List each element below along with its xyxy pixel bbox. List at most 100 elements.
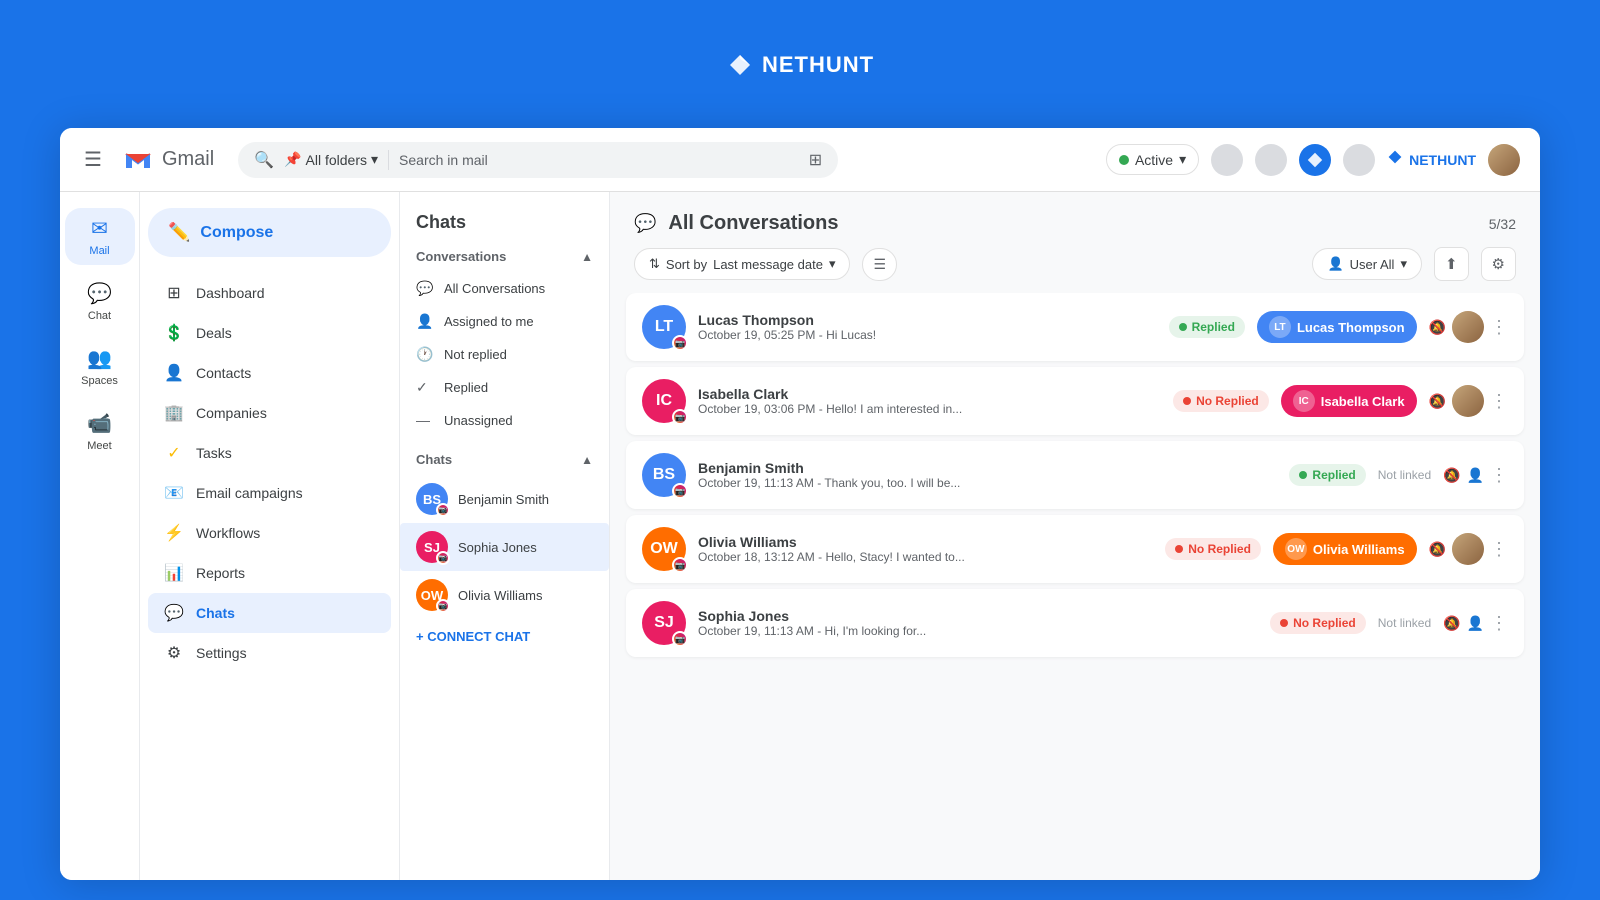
conv-row-sophia[interactable]: SJ 📷 Sophia Jones October 19, 11:13 AM -… bbox=[626, 589, 1524, 657]
user-avatar-1[interactable] bbox=[1211, 144, 1243, 176]
nethunt-nav-icon[interactable] bbox=[1299, 144, 1331, 176]
contacts-icon: 👤 bbox=[164, 363, 184, 383]
crm-nav-companies[interactable]: 🏢 Companies bbox=[148, 393, 391, 433]
filter-lines-icon: ☰ bbox=[873, 256, 886, 272]
lucas-mute-icon[interactable]: 🔕 bbox=[1429, 319, 1446, 336]
crm-nav-dashboard[interactable]: ⊞ Dashboard bbox=[148, 273, 391, 313]
benjamin-unassign-icon[interactable]: 👤 bbox=[1467, 467, 1484, 484]
isabella-mute-icon[interactable]: 🔕 bbox=[1429, 393, 1446, 410]
isabella-more-button[interactable]: ⋮ bbox=[1490, 391, 1508, 412]
workflows-label: Workflows bbox=[196, 525, 260, 541]
not-replied-icon: 🕐 bbox=[416, 346, 434, 363]
search-input[interactable]: Search in mail bbox=[399, 152, 799, 168]
sophia-more-button[interactable]: ⋮ bbox=[1490, 613, 1508, 634]
compose-button[interactable]: ✏️ Compose bbox=[148, 208, 391, 257]
conv-item-all[interactable]: 💬 All Conversations bbox=[400, 272, 609, 305]
workflows-icon: ⚡ bbox=[164, 523, 184, 543]
conv-item-replied[interactable]: ✓ Replied bbox=[400, 371, 609, 404]
spaces-label: Spaces bbox=[81, 375, 118, 387]
nethunt-logo-top: NETHUNT bbox=[726, 51, 874, 79]
benjamin-not-linked: Not linked bbox=[1378, 468, 1431, 482]
all-folders-label: All folders bbox=[306, 152, 367, 168]
chat-contact-olivia[interactable]: OW 📷 Olivia Williams bbox=[400, 571, 609, 619]
olivia-mute-icon[interactable]: 🔕 bbox=[1429, 541, 1446, 558]
crm-nav-settings[interactable]: ⚙ Settings bbox=[148, 633, 391, 673]
olivia-conv-avatar: OW 📷 bbox=[642, 527, 686, 571]
crm-nav-reports[interactable]: 📊 Reports bbox=[148, 553, 391, 593]
conv-row-olivia[interactable]: OW 📷 Olivia Williams October 18, 13:12 A… bbox=[626, 515, 1524, 583]
filter-sort-button[interactable]: ☰ bbox=[862, 248, 897, 281]
tasks-icon: ✓ bbox=[164, 443, 184, 463]
benjamin-name: Benjamin Smith bbox=[458, 492, 549, 507]
sidebar-item-chat[interactable]: 💬 Chat bbox=[65, 273, 135, 330]
export-button[interactable]: ⬆ bbox=[1434, 247, 1469, 281]
sophia-mute-icon[interactable]: 🔕 bbox=[1443, 615, 1460, 632]
isabella-status-dot bbox=[1183, 397, 1191, 405]
nethunt-logo-text: NETHUNT bbox=[762, 52, 874, 78]
sort-arrows-icon: ⇅ bbox=[649, 256, 660, 272]
conv-item-not-replied[interactable]: 🕐 Not replied bbox=[400, 338, 609, 371]
crm-nav-email-campaigns[interactable]: 📧 Email campaigns bbox=[148, 473, 391, 513]
conv-row-lucas[interactable]: LT 📷 Lucas Thompson October 19, 05:25 PM… bbox=[626, 293, 1524, 361]
filter-icon[interactable]: ⊞ bbox=[809, 150, 822, 170]
conv-item-assigned[interactable]: 👤 Assigned to me bbox=[400, 305, 609, 338]
sort-button[interactable]: ⇅ Sort by Last message date ▾ bbox=[634, 248, 850, 280]
benjamin-plat-badge: 📷 bbox=[672, 483, 688, 499]
sophia-name: Sophia Jones bbox=[458, 540, 537, 555]
folder-selector[interactable]: 📌 All folders ▾ bbox=[284, 151, 378, 168]
sophia-avatar: SJ 📷 bbox=[416, 531, 448, 563]
crm-nav-tasks[interactable]: ✓ Tasks bbox=[148, 433, 391, 473]
olivia-platform-badge: 📷 bbox=[436, 599, 450, 613]
all-conversations-label: All Conversations bbox=[444, 281, 545, 296]
crm-nav-deals[interactable]: 💲 Deals bbox=[148, 313, 391, 353]
sidebar-item-spaces[interactable]: 👥 Spaces bbox=[65, 338, 135, 395]
settings-conversations-button[interactable]: ⚙ bbox=[1481, 247, 1516, 281]
chat-contact-sophia[interactable]: SJ 📷 Sophia Jones bbox=[400, 523, 609, 571]
sidebar-item-mail[interactable]: ✉ Mail bbox=[65, 208, 135, 265]
sophia-row-actions: 🔕 👤 ⋮ bbox=[1443, 613, 1508, 634]
olivia-linked-badge[interactable]: OW Olivia Williams bbox=[1273, 533, 1417, 565]
benjamin-mute-icon[interactable]: 🔕 bbox=[1443, 467, 1460, 484]
chats-contacts-section-header[interactable]: Chats ▲ bbox=[400, 444, 609, 475]
olivia-more-button[interactable]: ⋮ bbox=[1490, 539, 1508, 560]
isabella-row-actions: 🔕 ⋮ bbox=[1429, 385, 1508, 417]
lucas-assignee-avatar[interactable] bbox=[1452, 311, 1484, 343]
deals-label: Deals bbox=[196, 325, 232, 341]
sophia-unassign-icon[interactable]: 👤 bbox=[1467, 615, 1484, 632]
hamburger-button[interactable]: ☰ bbox=[80, 143, 106, 176]
meet-icon: 📹 bbox=[87, 411, 112, 436]
benjamin-preview: October 19, 11:13 AM - Thank you, too. I… bbox=[698, 476, 1277, 490]
nethunt-brand: NETHUNT bbox=[1387, 149, 1476, 170]
olivia-name: Olivia Williams bbox=[458, 588, 543, 603]
sidebar-item-meet[interactable]: 📹 Meet bbox=[65, 403, 135, 460]
olivia-assignee-avatar[interactable] bbox=[1452, 533, 1484, 565]
conversations-section-header[interactable]: Conversations ▲ bbox=[400, 241, 609, 272]
lucas-linked-badge[interactable]: LT Lucas Thompson bbox=[1257, 311, 1417, 343]
user-avatar-2[interactable] bbox=[1255, 144, 1287, 176]
chat-contact-benjamin[interactable]: BS 📷 Benjamin Smith bbox=[400, 475, 609, 523]
crm-nav-contacts[interactable]: 👤 Contacts bbox=[148, 353, 391, 393]
crm-nav-chats[interactable]: 💬 Chats bbox=[148, 593, 391, 633]
crm-nav-workflows[interactable]: ⚡ Workflows bbox=[148, 513, 391, 553]
sophia-conv-avatar: SJ 📷 bbox=[642, 601, 686, 645]
connect-chat-button[interactable]: + CONNECT CHAT bbox=[400, 619, 609, 654]
active-badge[interactable]: Active ▾ bbox=[1106, 144, 1199, 175]
olivia-avatar: OW 📷 bbox=[416, 579, 448, 611]
chat-label: Chat bbox=[88, 310, 111, 322]
user-all-button[interactable]: 👤 User All ▾ bbox=[1312, 248, 1422, 280]
conv-row-benjamin[interactable]: BS 📷 Benjamin Smith October 19, 11:13 AM… bbox=[626, 441, 1524, 509]
user-avatar-3[interactable] bbox=[1343, 144, 1375, 176]
conv-item-unassigned[interactable]: — Unassigned bbox=[400, 404, 609, 436]
lucas-more-button[interactable]: ⋮ bbox=[1490, 317, 1508, 338]
isabella-linked-badge[interactable]: IC Isabella Clark bbox=[1281, 385, 1417, 417]
sophia-name: Sophia Jones bbox=[698, 608, 1258, 624]
conv-row-isabella[interactable]: IC 📷 Isabella Clark October 19, 03:06 PM… bbox=[626, 367, 1524, 435]
isabella-assignee-avatar[interactable] bbox=[1452, 385, 1484, 417]
lucas-conv-info: Lucas Thompson October 19, 05:25 PM - Hi… bbox=[698, 312, 1157, 342]
connect-chat-label: + CONNECT CHAT bbox=[416, 629, 530, 644]
user-profile-avatar[interactable] bbox=[1488, 144, 1520, 176]
isabella-status-badge: No Replied bbox=[1173, 390, 1269, 412]
unassigned-icon: — bbox=[416, 412, 434, 428]
benjamin-more-button[interactable]: ⋮ bbox=[1490, 465, 1508, 486]
gmail-label: Gmail bbox=[162, 148, 214, 171]
